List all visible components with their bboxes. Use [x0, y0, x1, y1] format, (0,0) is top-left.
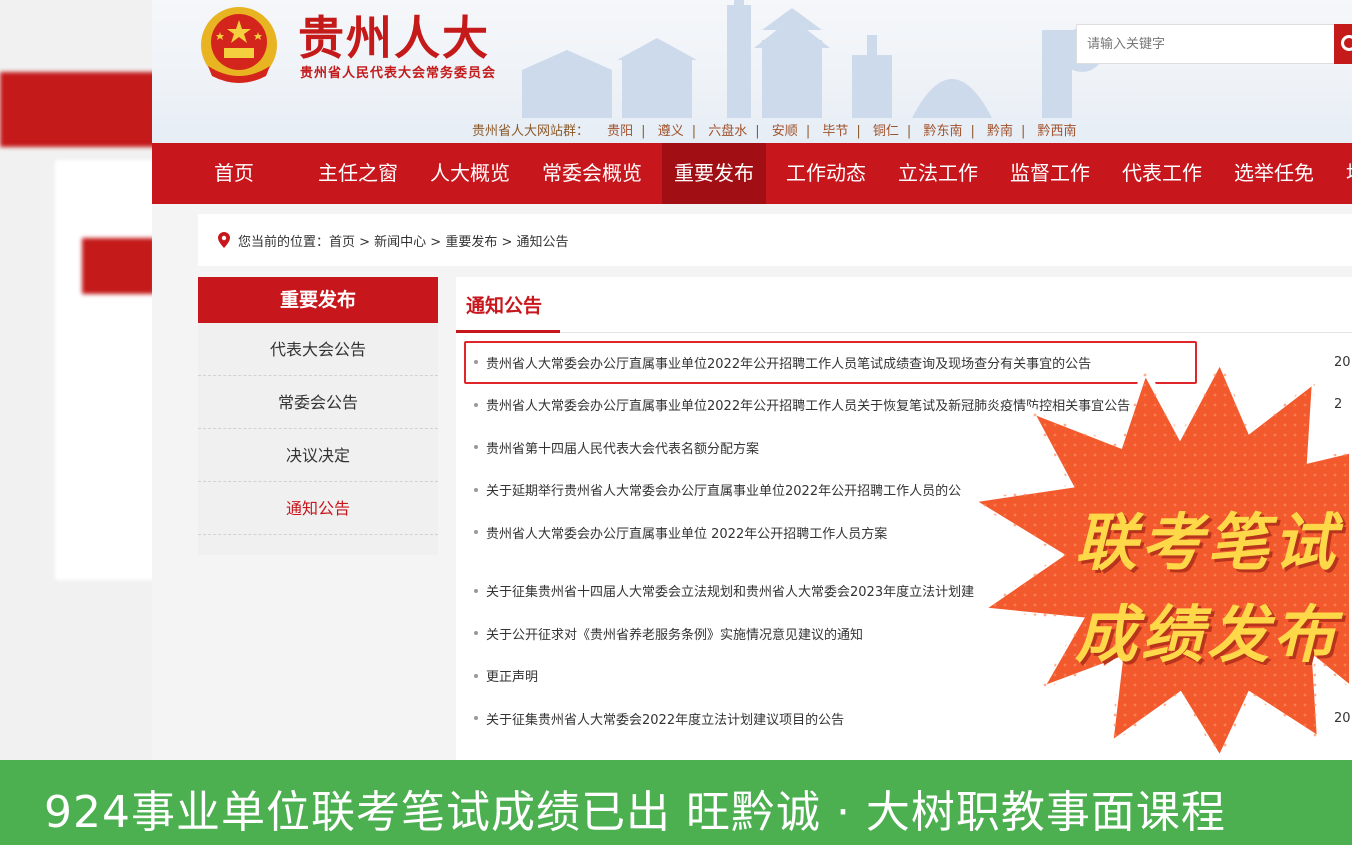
search-input[interactable]: [1077, 25, 1317, 63]
list-item-title[interactable]: 关于公开征求对《贵州省养老服务条例》实施情况意见建议的通知: [486, 624, 863, 643]
sidebar-title: 重要发布: [198, 277, 438, 323]
search-box: [1076, 24, 1338, 64]
list-item-title[interactable]: 关于延期举行贵州省人大常委会办公厅直属事业单位2022年公开招聘工作人员的公: [486, 480, 961, 499]
nav-important-releases[interactable]: 重要发布: [662, 143, 766, 204]
site-link-qiannan[interactable]: 黔南: [987, 124, 1013, 139]
site-link-qiandongnan[interactable]: 黔东南: [923, 124, 962, 139]
breadcrumb-prefix: 您当前的位置：: [238, 234, 330, 250]
bullet-icon: [474, 360, 478, 365]
nav-npc-overview[interactable]: 人大概览: [418, 143, 522, 204]
background-card-red: [82, 238, 155, 294]
location-pin-icon: [218, 232, 230, 248]
panel-header: 通知公告: [456, 277, 1352, 333]
nav-work-news[interactable]: 工作动态: [774, 143, 878, 204]
city-skyline-illustration: [522, 0, 1104, 118]
search-button[interactable]: [1334, 24, 1352, 64]
site-link-zunyi[interactable]: 遵义: [658, 124, 684, 139]
sidebar-item-committee-notices[interactable]: 常委会公告: [198, 376, 438, 429]
search-icon: [1341, 35, 1352, 51]
main-nav: 首页 主任之窗 人大概览 常委会概览 重要发布 工作动态 立法工作 监督工作 代…: [152, 143, 1352, 204]
list-item-title[interactable]: 贵州省第十四届人民代表大会代表名额分配方案: [486, 438, 759, 457]
site-link-qianxinan[interactable]: 黔西南: [1038, 124, 1077, 139]
caption-banner: 924事业单位联考笔试成绩已出 旺黔诚 · 大树职教事面课程: [0, 760, 1352, 845]
bullet-icon: [474, 673, 478, 678]
list-item-title[interactable]: 关于征集贵州省十四届人大常委会立法规划和贵州省人大常委会2023年度立法计划建: [486, 581, 974, 600]
panel-title: 通知公告: [466, 295, 543, 317]
bullet-icon: [474, 588, 478, 593]
list-item-title[interactable]: 更正声明: [486, 666, 538, 685]
panel-title-underline: [456, 330, 560, 333]
nav-supervision[interactable]: 监督工作: [998, 143, 1102, 204]
bullet-icon: [474, 402, 478, 407]
breadcrumb-path[interactable]: 首页 > 新闻中心 > 重要发布 > 通知公告: [329, 231, 568, 250]
nav-legislation[interactable]: 立法工作: [886, 143, 990, 204]
site-link-anshun[interactable]: 安顺: [772, 124, 798, 139]
list-item-title[interactable]: 贵州省人大常委会办公厅直属事业单位 2022年公开招聘工作人员方案: [486, 523, 887, 542]
bullet-icon: [474, 487, 478, 492]
site-logo-subtitle: 贵州省人民代表大会常务委员会: [300, 66, 497, 81]
bullet-icon: [474, 716, 478, 721]
nav-deputy-work[interactable]: 代表工作: [1110, 143, 1214, 204]
site-group-label: 贵州省人大网站群：: [472, 124, 590, 139]
promo-line-2: 成绩发布: [1075, 598, 1340, 671]
bullet-icon: [474, 631, 478, 636]
nav-director-window[interactable]: 主任之窗: [306, 143, 410, 204]
list-item-title[interactable]: 关于征集贵州省人大常委会2022年度立法计划建议项目的公告: [486, 709, 844, 728]
bullet-icon: [474, 445, 478, 450]
sidebar-item-congress-notices[interactable]: 代表大会公告: [198, 323, 438, 376]
site-logo-title[interactable]: 贵州人大: [298, 2, 490, 68]
national-emblem-icon: [201, 7, 277, 83]
site-link-liupanshui[interactable]: 六盘水: [708, 124, 747, 139]
nav-committee-overview[interactable]: 常委会概览: [530, 143, 654, 204]
site-group-links: 贵州省人大网站群： 贵阳 | 遵义 | 六盘水 | 安顺 | 毕节 | 铜仁 | 黔东南 | …: [472, 124, 1077, 139]
promo-line-1: 联考笔试: [1075, 506, 1340, 579]
site-link-tongren[interactable]: 铜仁: [873, 124, 899, 139]
nav-more[interactable]: 地: [1334, 143, 1352, 204]
site-link-guiyang[interactable]: 贵阳: [607, 124, 633, 139]
site-header: 贵州人大 贵州省人民代表大会常务委员会 贵州省人大网站群： 贵阳| 遵义| 六盘…: [152, 0, 1352, 143]
sidebar-item-resolutions[interactable]: 决议决定: [198, 429, 438, 482]
site-link-bijie[interactable]: 毕节: [822, 124, 848, 139]
breadcrumb: 您当前的位置： 首页 > 新闻中心 > 重要发布 > 通知公告: [198, 214, 1352, 266]
sidebar: 重要发布 代表大会公告 常委会公告 决议决定 通知公告: [198, 277, 438, 555]
background-card: [55, 160, 155, 580]
background-red-band: [0, 72, 160, 147]
nav-elections[interactable]: 选举任免: [1222, 143, 1326, 204]
caption-text: 924事业单位联考笔试成绩已出 旺黔诚 · 大树职教事面课程: [44, 787, 1226, 838]
bullet-icon: [474, 530, 478, 535]
sidebar-item-notices[interactable]: 通知公告: [198, 482, 438, 535]
nav-home[interactable]: 首页: [202, 143, 266, 204]
